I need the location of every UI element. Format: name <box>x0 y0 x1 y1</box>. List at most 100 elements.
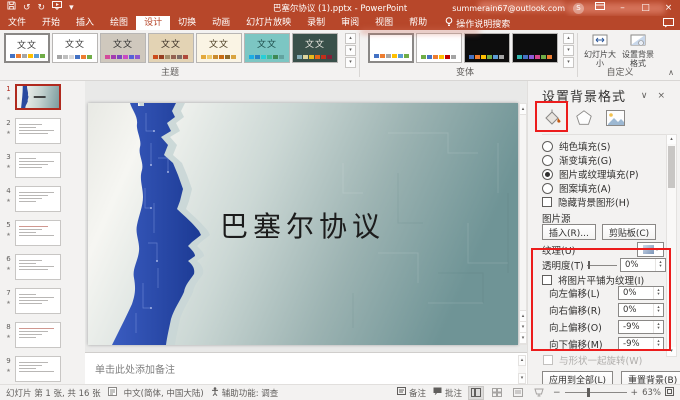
scroll-up-icon[interactable]: ▴ <box>345 33 356 44</box>
redo-icon[interactable]: ↻ <box>38 0 46 16</box>
scroll-down-icon[interactable]: ▾ <box>518 373 526 384</box>
tab-切换[interactable]: 切换 <box>170 16 204 30</box>
chevron-down-icon[interactable]: ∨ <box>641 91 649 101</box>
slide-title-text[interactable]: 巴塞尔协议 <box>220 205 385 245</box>
zoom-out-icon[interactable]: − <box>553 388 561 398</box>
comments-icon[interactable] <box>663 18 674 31</box>
variant-thumbnail[interactable] <box>368 33 414 63</box>
scroll-down-icon[interactable]: ▾ <box>345 45 356 56</box>
apply-to-all-button[interactable]: 应用到全部(L) <box>542 371 613 385</box>
radio-control[interactable] <box>542 141 553 152</box>
tile-checkbox[interactable] <box>542 275 552 285</box>
slide-thumbnail[interactable] <box>15 152 61 178</box>
scroll-up-icon[interactable]: ▴ <box>667 135 676 144</box>
theme-thumbnail[interactable]: 文文 <box>244 33 290 63</box>
spinner-arrows[interactable]: ▴▾ <box>653 338 663 350</box>
clipboard-button[interactable]: 剪贴板(C) <box>602 224 656 240</box>
theme-thumbnail[interactable]: 文文 <box>52 33 98 63</box>
offset-value-box[interactable]: 0%▴▾ <box>618 303 664 317</box>
close-pane-icon[interactable]: × <box>657 91 666 101</box>
account-avatar[interactable]: S <box>573 3 584 14</box>
radio-control[interactable] <box>542 169 553 180</box>
offset-value-box[interactable]: 0%▴▾ <box>618 286 664 300</box>
tab-审阅[interactable]: 审阅 <box>333 16 367 30</box>
undo-icon[interactable]: ↺ <box>23 0 31 16</box>
spinner-arrows[interactable]: ▴▾ <box>653 287 663 299</box>
tab-帮助[interactable]: 帮助 <box>401 16 435 30</box>
theme-thumbnail[interactable]: 文文 <box>100 33 146 63</box>
radio-control[interactable] <box>542 183 553 194</box>
language-indicator[interactable]: 中文(简体, 中国大陆) <box>124 387 204 399</box>
theme-thumbnail[interactable]: 文文 <box>196 33 242 63</box>
customize-toolbar-icon[interactable]: ▾ <box>69 0 74 16</box>
reading-view-button[interactable] <box>511 387 525 399</box>
scrollbar-thumb[interactable] <box>668 146 675 188</box>
slide-thumbnail[interactable] <box>15 356 61 382</box>
transparency-value-box[interactable]: 0%▴▾ <box>620 258 666 272</box>
account-email[interactable]: summerain67@outlook.com <box>452 4 565 13</box>
slide-thumbnail[interactable] <box>15 254 61 280</box>
offset-value-box[interactable]: -9%▴▾ <box>618 337 664 351</box>
texture-dropdown[interactable]: ▾ <box>637 242 664 257</box>
slideshow-view-button[interactable] <box>532 387 546 399</box>
tab-文件[interactable]: 文件 <box>0 16 34 30</box>
tab-绘图[interactable]: 绘图 <box>102 16 136 30</box>
spinner-arrows[interactable]: ▴▾ <box>653 321 663 333</box>
accessibility-status[interactable]: 辅助功能: 调查 <box>211 387 279 399</box>
maximize-button[interactable]: □ <box>638 0 653 16</box>
notes-pane[interactable]: 单击此处添加备注 ▴ ▾ <box>85 352 527 386</box>
tab-幻灯片放映[interactable]: 幻灯片放映 <box>238 16 299 30</box>
theme-thumbnail[interactable]: 文文 <box>292 33 338 63</box>
insert-picture-button[interactable]: 插入(R)... <box>542 224 596 240</box>
slide-thumbnail[interactable] <box>15 288 61 314</box>
scroll-down-icon[interactable]: ▾ <box>563 45 574 56</box>
gallery-more-icon[interactable]: ▾ <box>563 57 574 68</box>
zoom-slider[interactable] <box>565 388 627 397</box>
scroll-down-icon[interactable]: ▾ <box>667 347 676 356</box>
fill-option[interactable]: 渐变填充(G) <box>542 153 666 167</box>
start-slideshow-icon[interactable] <box>52 0 62 16</box>
tab-设计[interactable]: 设计 <box>136 16 170 30</box>
offset-value-box[interactable]: -9%▴▾ <box>618 320 664 334</box>
tab-录制[interactable]: 录制 <box>299 16 333 30</box>
ribbon-display-options-icon[interactable] <box>592 0 607 16</box>
collapse-ribbon-icon[interactable]: ∧ <box>668 68 674 77</box>
scroll-up-icon[interactable]: ▴ <box>518 355 526 366</box>
save-icon[interactable] <box>7 0 16 16</box>
fill-bucket-icon[interactable] <box>542 109 562 130</box>
notes-toggle[interactable]: 备注 <box>397 387 426 399</box>
pane-scrollbar[interactable]: ▴ ▾ <box>666 134 677 357</box>
radio-control[interactable] <box>542 155 553 166</box>
fill-option[interactable]: 图案填充(A) <box>542 181 666 195</box>
tell-me-search[interactable]: 操作说明搜索 <box>435 16 510 30</box>
minimize-button[interactable]: – <box>615 0 630 16</box>
slide-thumbnail[interactable] <box>15 322 61 348</box>
spell-check-icon[interactable] <box>108 387 117 399</box>
slide-thumbnail[interactable] <box>15 220 61 246</box>
tab-视图[interactable]: 视图 <box>367 16 401 30</box>
slide-thumbnail[interactable] <box>15 84 61 110</box>
variant-thumbnail[interactable] <box>416 33 462 63</box>
tab-动画[interactable]: 动画 <box>204 16 238 30</box>
spinner-arrows[interactable]: ▴▾ <box>653 304 663 316</box>
variant-thumbnail[interactable] <box>512 33 558 63</box>
theme-thumbnail[interactable]: 文文 <box>4 33 50 63</box>
close-button[interactable]: × <box>661 0 676 16</box>
tab-插入[interactable]: 插入 <box>68 16 102 30</box>
zoom-slider-thumb[interactable] <box>587 388 590 397</box>
format-background-button[interactable]: 设置背景格式 <box>620 32 656 68</box>
transparency-slider[interactable] <box>587 260 617 270</box>
slide-size-button[interactable]: 幻灯片大小 <box>582 32 618 68</box>
scroll-down-icon[interactable]: ▾ <box>520 333 526 344</box>
previous-slide-icon[interactable]: ▴ <box>520 310 526 322</box>
spinner-arrows[interactable]: ▴▾ <box>655 259 665 271</box>
theme-thumbnail[interactable]: 文文 <box>148 33 194 63</box>
checkbox-control[interactable] <box>542 197 552 207</box>
notes-scrollbar[interactable]: ▴ ▾ <box>518 355 526 384</box>
next-slide-icon[interactable]: ▾ <box>520 322 526 333</box>
tab-开始[interactable]: 开始 <box>34 16 68 30</box>
picture-icon[interactable] <box>606 110 625 129</box>
normal-view-button[interactable] <box>469 387 483 399</box>
zoom-in-icon[interactable]: + <box>631 388 639 398</box>
effects-icon[interactable] <box>575 109 593 130</box>
